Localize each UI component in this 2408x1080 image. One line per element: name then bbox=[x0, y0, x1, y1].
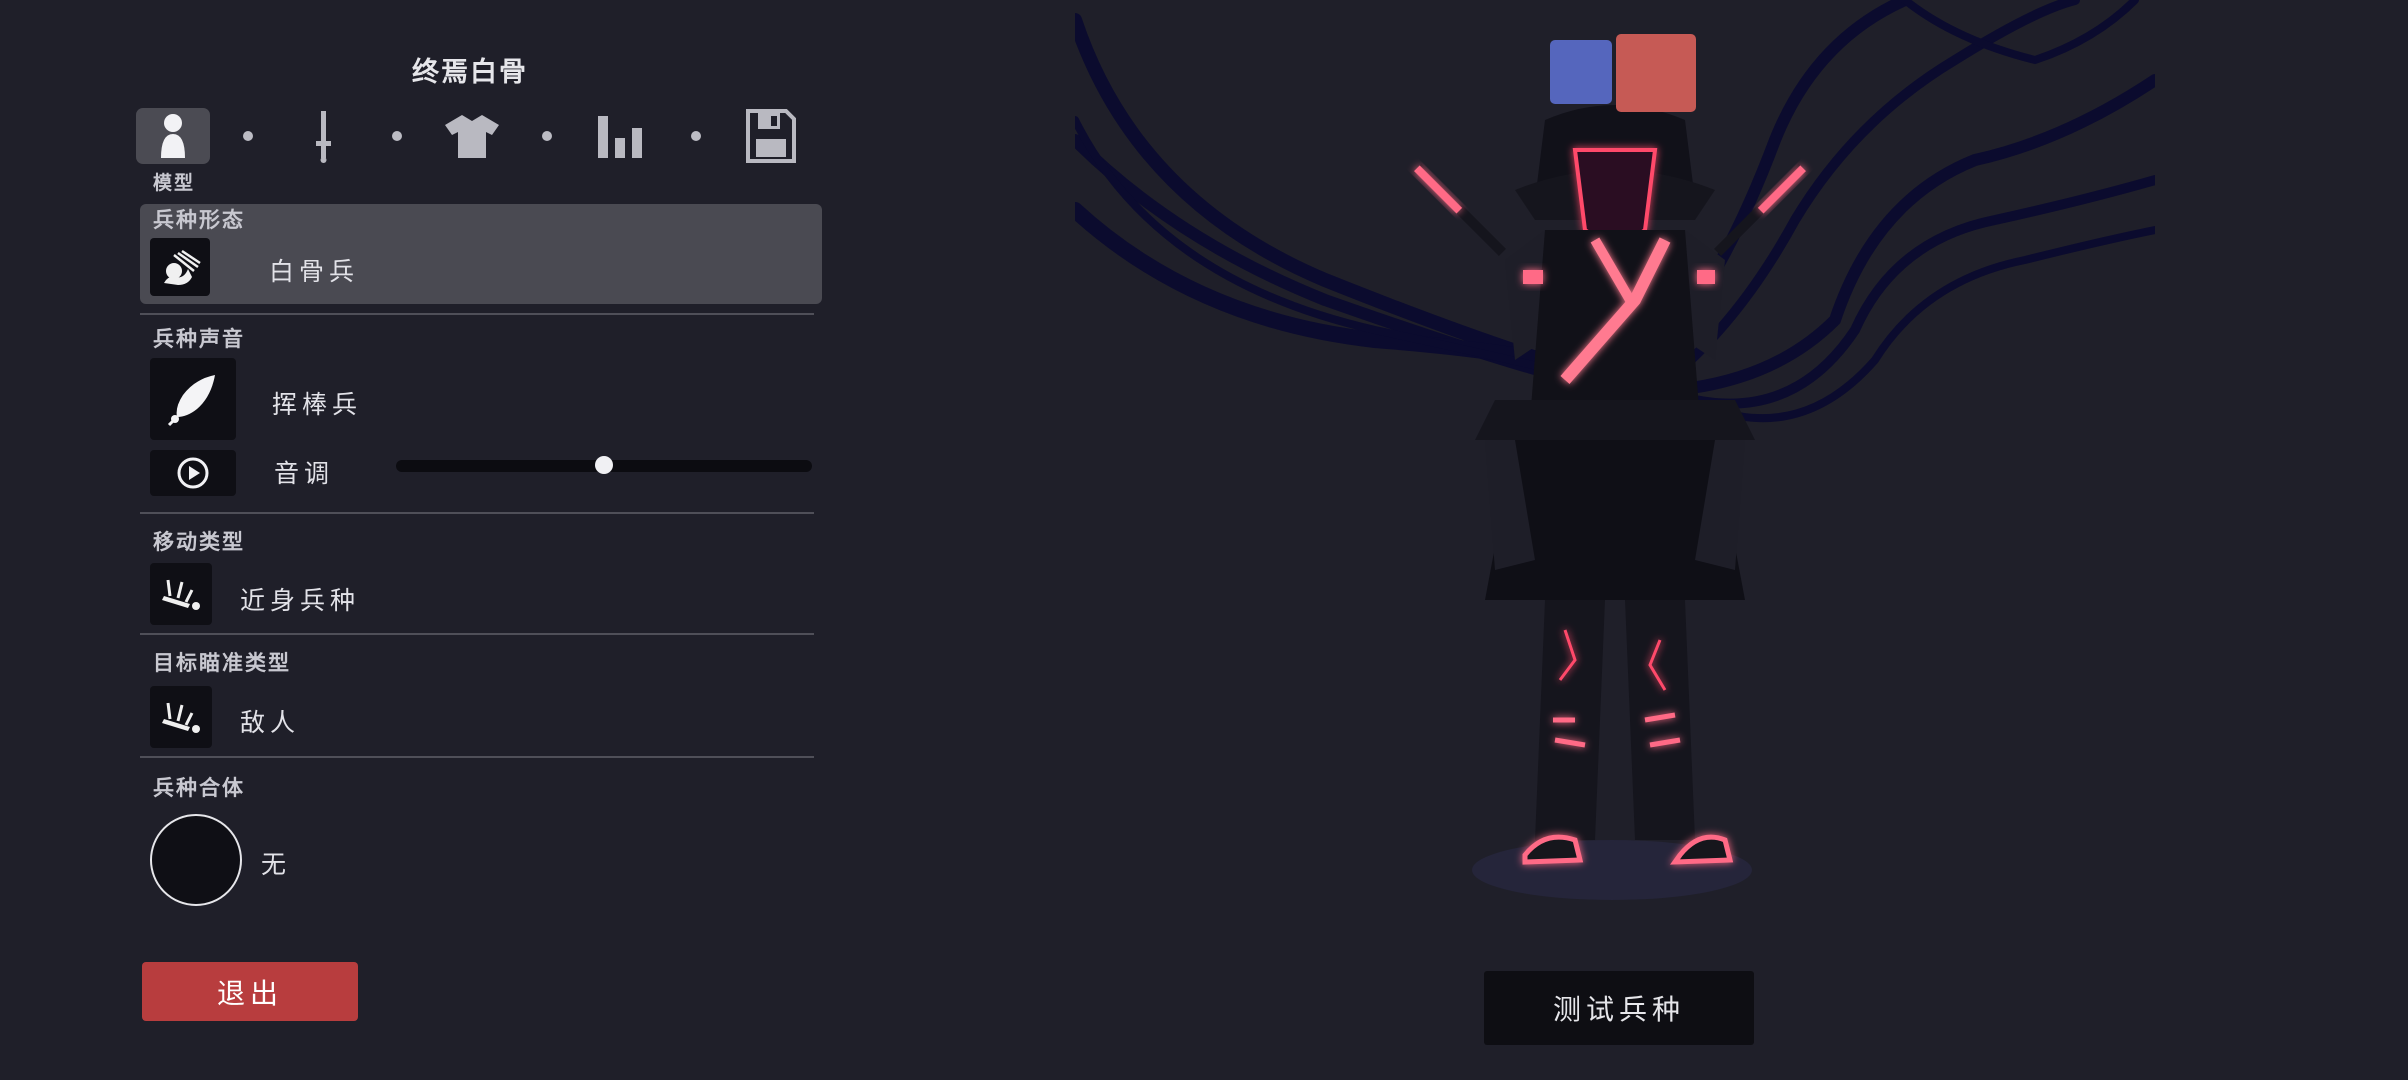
tab-weapon[interactable] bbox=[286, 108, 360, 164]
unit-voice-label: 兵种声音 bbox=[153, 327, 245, 351]
test-unit-button[interactable]: 测试兵种 bbox=[1484, 971, 1754, 1045]
tab-separator-dot bbox=[542, 131, 552, 141]
tab-separator-dot bbox=[243, 131, 253, 141]
unit-name-title: 终焉白骨 bbox=[412, 57, 528, 88]
movement-type-label: 移动类型 bbox=[153, 530, 245, 554]
section-divider bbox=[140, 633, 814, 635]
unit-merge-label: 兵种合体 bbox=[153, 776, 245, 800]
unit-form-label: 兵种形态 bbox=[153, 208, 245, 232]
tab-stats[interactable] bbox=[585, 108, 659, 164]
section-divider bbox=[140, 512, 814, 514]
exit-button[interactable]: 退出 bbox=[142, 962, 358, 1021]
target-type-label: 目标瞄准类型 bbox=[153, 651, 291, 675]
tab-separator-dot bbox=[392, 131, 402, 141]
pitch-slider-handle[interactable] bbox=[595, 456, 613, 474]
team-blue-swatch[interactable] bbox=[1550, 40, 1612, 104]
sword-icon bbox=[316, 111, 331, 163]
unit-form-value: 白骨兵 bbox=[269, 257, 360, 286]
movement-type-button[interactable] bbox=[150, 563, 212, 625]
save-icon bbox=[746, 109, 796, 163]
unit-voice-value: 挥棒兵 bbox=[272, 390, 363, 419]
movement-type-value: 近身兵种 bbox=[240, 586, 361, 615]
feather-icon bbox=[167, 375, 215, 427]
editor-tab-bar bbox=[0, 108, 820, 164]
skeleton-unit-icon bbox=[150, 238, 210, 296]
target-type-value: 敌人 bbox=[240, 708, 301, 737]
unit-merge-value: 无 bbox=[261, 850, 292, 879]
person-icon bbox=[161, 114, 185, 158]
voice-select-button[interactable] bbox=[150, 358, 236, 440]
section-divider bbox=[140, 756, 814, 758]
active-tab-label: 模型 bbox=[153, 172, 196, 194]
shirt-icon bbox=[445, 115, 499, 158]
play-voice-button[interactable] bbox=[150, 450, 236, 496]
target-type-button[interactable] bbox=[150, 686, 212, 748]
fallen-unit-icon bbox=[162, 702, 200, 733]
tab-clothing[interactable] bbox=[435, 108, 509, 164]
section-divider bbox=[140, 313, 814, 315]
pitch-label: 音调 bbox=[274, 459, 335, 488]
fallen-unit-icon bbox=[162, 579, 200, 610]
skeleton-samurai-model bbox=[1414, 105, 1806, 865]
tab-save[interactable] bbox=[734, 108, 808, 164]
team-red-swatch[interactable] bbox=[1616, 34, 1696, 112]
bar-chart-icon bbox=[598, 116, 642, 158]
play-icon bbox=[177, 457, 209, 489]
unit-preview-viewport[interactable] bbox=[1075, 0, 2155, 1080]
unit-merge-slot[interactable] bbox=[150, 814, 242, 906]
tab-separator-dot bbox=[691, 131, 701, 141]
tab-model[interactable] bbox=[136, 108, 210, 164]
